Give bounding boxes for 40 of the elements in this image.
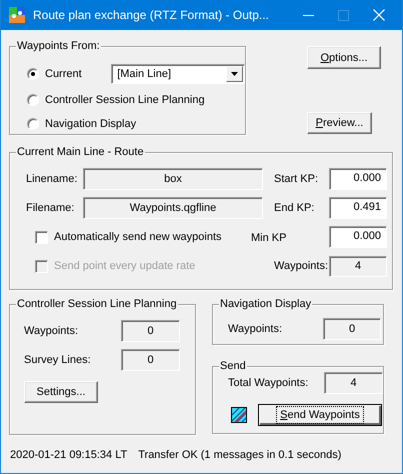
hatched-square-icon	[231, 407, 247, 423]
send-waypoints-button[interactable]: Send Waypoints	[258, 404, 382, 426]
field-label: Filename:	[26, 202, 76, 214]
value-field: 0	[121, 320, 180, 342]
status-time: 2020-01-21 09:15:34 LT	[10, 449, 128, 461]
radio-button[interactable]: Navigation Display	[27, 116, 245, 132]
field-label: Start KP:	[273, 173, 320, 185]
status-message: Transfer OK (1 messages in 0.1 seconds)	[138, 449, 342, 461]
field-label: Survey Lines:	[24, 354, 92, 366]
line-dropdown[interactable]: [Main Line]	[111, 64, 245, 84]
value-field: Waypoints.qgfline	[83, 197, 263, 219]
field-label: Total Waypoints:	[228, 377, 310, 389]
app-icon	[9, 7, 25, 23]
settings-button[interactable]: Settings...	[24, 381, 98, 403]
value-field: 4	[329, 256, 387, 276]
number-input[interactable]: 0.000	[329, 168, 387, 190]
number-input[interactable]: 0.000	[329, 226, 387, 248]
checkbox[interactable]: Automatically send new waypoints	[35, 229, 222, 245]
value-field: 0	[121, 349, 180, 371]
radio-button[interactable]: Controller Session Line Planning	[27, 92, 245, 108]
field-label: Min KP	[251, 232, 288, 244]
group-title: Waypoints From:	[16, 39, 101, 53]
dropdown-arrow-icon	[231, 72, 238, 76]
value-field: 0	[323, 318, 381, 340]
field-label: Linename:	[26, 173, 78, 185]
field-label: Waypoints:	[24, 325, 80, 337]
value-field: 4	[324, 372, 383, 394]
minimize-icon[interactable]	[303, 14, 314, 16]
preview-button[interactable]: Preview...	[307, 112, 372, 134]
field-label: Waypoints:	[228, 323, 284, 335]
value-field: box	[83, 168, 263, 190]
number-input[interactable]: 0.491	[329, 197, 387, 219]
field-label: Waypoints:	[273, 260, 329, 272]
radio-button[interactable]: Current	[27, 66, 112, 82]
field-label: End KP:	[273, 202, 316, 214]
window-title: Route plan exchange (RTZ Format) - Outp...	[33, 8, 269, 22]
group-title: Controller Session Line Planning	[16, 297, 178, 311]
close-icon[interactable]	[373, 9, 385, 21]
options-button[interactable]: Options...	[307, 46, 381, 69]
group-title: Navigation Display	[219, 297, 312, 311]
